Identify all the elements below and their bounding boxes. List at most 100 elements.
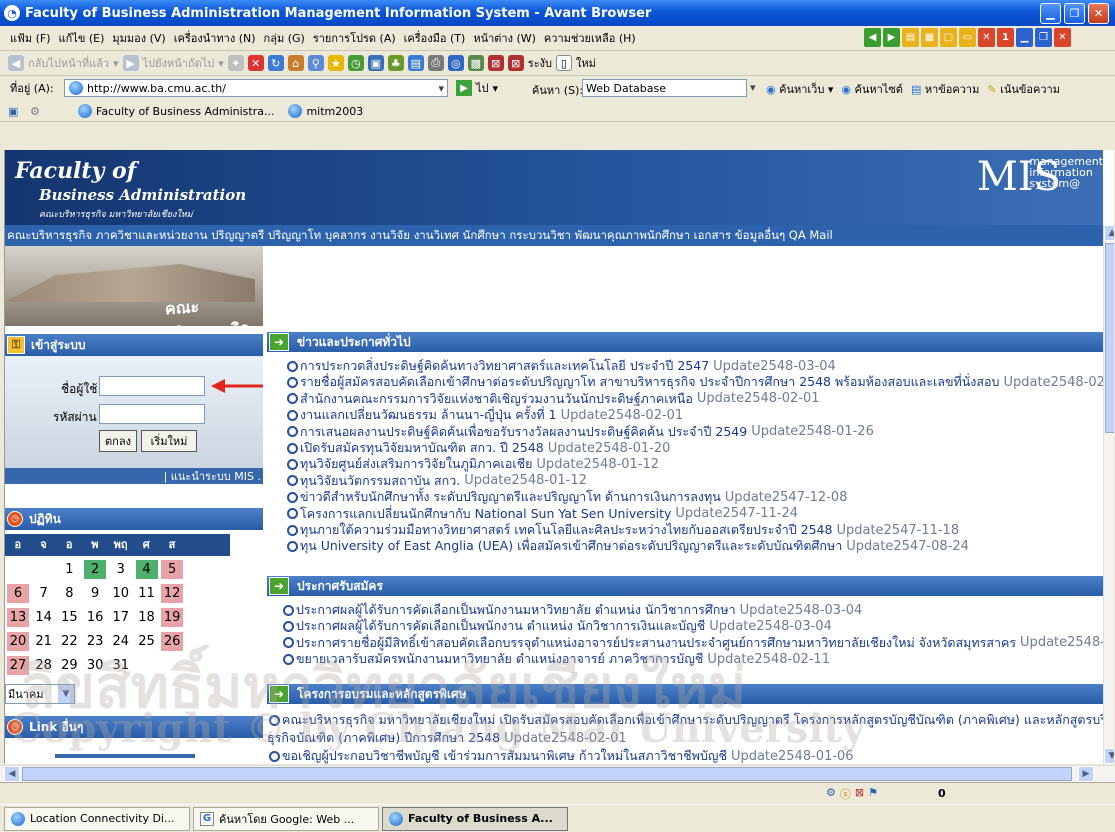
calendar-day[interactable]: 25 — [136, 632, 158, 651]
username-input[interactable] — [99, 376, 205, 396]
restore-tabs-icon[interactable]: ▢ — [940, 28, 957, 47]
calendar-day[interactable]: 9 — [84, 584, 106, 603]
tab-minimize-icon[interactable]: ▁ — [1016, 28, 1033, 47]
minimize-button[interactable]: ▁ — [1040, 3, 1061, 24]
calendar-day[interactable]: 6 — [7, 584, 29, 603]
calendar-day[interactable]: 22 — [58, 632, 80, 651]
chevron-down-icon[interactable]: ▼ — [58, 685, 74, 703]
calendar-day[interactable]: 1 — [58, 560, 80, 579]
scroll-left-icon[interactable]: ◀ — [4, 766, 20, 782]
menu-help[interactable]: ความช่วยเหลือ (H) — [544, 29, 636, 47]
window-titlebar[interactable]: ◔ Faculty of Business Administration Man… — [0, 0, 1115, 26]
news-item[interactable]: คณะบริหารธุรกิจ มหาวิทยาลัยเชียงใหม่ เปิ… — [269, 710, 1114, 730]
tab-close-icon[interactable]: ✕ — [1054, 28, 1071, 47]
block-flash-icon[interactable]: ⊠ — [507, 55, 524, 71]
calendar-day[interactable]: 19 — [161, 608, 184, 627]
calendar-day[interactable]: 5 — [161, 560, 184, 579]
calendar-day[interactable]: 12 — [161, 584, 184, 603]
web-search-button[interactable]: ◉ ค้นหาเว็บ ▾ — [766, 80, 833, 98]
tab-mitm2003[interactable]: mitm2003 — [284, 104, 367, 118]
media-icon[interactable]: ◎ — [447, 55, 464, 71]
menu-file[interactable]: แฟ้ม (F) — [10, 29, 51, 47]
refresh-icon[interactable]: ↻ — [267, 55, 284, 71]
login-reset-button[interactable]: เริ่มใหม่ — [141, 430, 197, 452]
forward-button[interactable]: ไปยังหน้าถัดไป — [143, 54, 215, 72]
close-tabs-icon[interactable]: ✕ — [978, 28, 995, 47]
site-search-button[interactable]: ◉ ค้นหาไซต์ — [841, 80, 903, 98]
calendar-day[interactable]: 2 — [84, 560, 107, 579]
calendar-day[interactable]: 20 — [7, 632, 29, 651]
task-google[interactable]: G ค้นหาโดย Google: Web ... — [193, 806, 379, 831]
news-item[interactable]: ธุรกิจบัณฑิต (ภาคพิเศษ) ปีการศึกษา 2548 U… — [267, 728, 627, 748]
calendar-day[interactable]: 26 — [161, 632, 184, 651]
back-icon[interactable]: ◀ — [8, 55, 24, 71]
calendar-day[interactable]: 8 — [58, 584, 80, 603]
menu-navigate[interactable]: เครื่องนำทาง (N) — [174, 29, 256, 47]
calendar-day[interactable]: 31 — [110, 656, 132, 675]
script-icon[interactable]: ⓢ — [840, 786, 851, 802]
calendar-day[interactable]: 15 — [58, 608, 80, 627]
news-item[interactable]: ทุน University of East Anglia (UEA) เพื่… — [287, 536, 969, 556]
settings-icon[interactable]: ⚙ — [30, 105, 40, 118]
calendar-day[interactable]: 18 — [136, 608, 158, 627]
window-list-icon[interactable]: ▣ — [367, 55, 384, 71]
group-icon[interactable]: ▣ — [8, 105, 18, 118]
channels-icon[interactable]: ▤ — [407, 55, 424, 71]
new-page-icon[interactable]: ▯ — [555, 55, 572, 71]
task-faculty[interactable]: Faculty of Business A... — [382, 806, 568, 831]
image-icon[interactable]: ▩ — [467, 55, 484, 71]
address-input[interactable]: http://www.ba.cmu.ac.th/ ▾ — [64, 79, 448, 97]
history-icon[interactable]: ◷ — [347, 55, 364, 71]
site-top-nav[interactable]: คณะบริหารธุรกิจ ภาควิชาและหน่วยงาน ปริญญ… — [5, 225, 1103, 246]
news-item[interactable]: ขอเชิญผู้ประกอบวิชาชีพบัญชี เข้าร่วมการส… — [269, 746, 854, 764]
calendar-day[interactable]: 30 — [84, 656, 106, 675]
scroll-right-icon[interactable]: ▶ — [1078, 766, 1094, 782]
menu-view[interactable]: มุมมอง (V) — [112, 29, 165, 47]
calendar-day[interactable]: 28 — [33, 656, 55, 675]
search-icon[interactable]: ⚲ — [307, 55, 324, 71]
tree-icon[interactable]: ♣ — [387, 55, 404, 71]
tile-icon[interactable]: ▤ — [902, 28, 919, 47]
news-item[interactable]: ขยายเวลารับสมัครพนักงานมหาวิทยาลัย ตำแหน… — [283, 649, 830, 669]
back-button[interactable]: กลับไปหน้าที่แล้ว — [28, 54, 109, 72]
cascade-icon[interactable]: ▦ — [921, 28, 938, 47]
menu-favorites[interactable]: รายการโปรด (A) — [313, 29, 396, 47]
menu-window[interactable]: หน้าต่าง (W) — [473, 29, 536, 47]
security-icon[interactable]: ⚑ — [868, 786, 878, 802]
new-button[interactable]: ใหม่ — [576, 54, 596, 72]
prev-tab-icon[interactable]: ◀ — [864, 28, 881, 47]
address-dropdown-icon[interactable]: ▾ — [438, 82, 444, 95]
calendar-day[interactable]: 29 — [58, 656, 80, 675]
month-select[interactable]: มีนาคม ▼ — [5, 684, 75, 704]
stop-icon[interactable]: ✕ — [247, 55, 264, 71]
calendar-day[interactable]: 23 — [84, 632, 106, 651]
vertical-scrollbar[interactable]: ▲ ▼ — [1103, 225, 1114, 764]
find-text-button[interactable]: ▤ หาข้อความ — [911, 80, 979, 98]
calendar-day[interactable]: 17 — [110, 608, 132, 627]
mis-guide-link[interactable]: | แนะนำระบบ MIS . — [5, 468, 263, 484]
calendar-day[interactable]: 13 — [7, 608, 29, 627]
calendar-day[interactable]: 27 — [7, 656, 29, 675]
search-dropdown-icon[interactable]: ▾ — [750, 81, 756, 94]
task-location[interactable]: Location Connectivity Di... — [4, 806, 190, 831]
close-button[interactable]: ✕ — [1088, 3, 1109, 24]
single-tab-icon[interactable]: 1 — [997, 28, 1014, 47]
menu-tools[interactable]: เครื่องมือ (T) — [404, 29, 466, 47]
home-icon[interactable]: ⌂ — [287, 55, 304, 71]
login-ok-button[interactable]: ตกลง — [99, 430, 137, 452]
popup-block-icon[interactable]: ⊠ — [855, 786, 864, 802]
compass-icon[interactable]: ✦ — [227, 55, 244, 71]
horizontal-scrollbar[interactable]: ◀ ▶ — [0, 765, 1115, 782]
favorites-icon[interactable]: ★ — [327, 55, 344, 71]
scroll-down-icon[interactable]: ▼ — [1104, 748, 1114, 764]
calendar-day[interactable]: 11 — [136, 584, 158, 603]
go-button[interactable]: ▶ ไป ▾ — [456, 79, 498, 97]
calendar-day[interactable]: 4 — [135, 560, 158, 579]
window-icon[interactable]: ▭ — [959, 28, 976, 47]
calendar-day[interactable]: 16 — [84, 608, 106, 627]
calendar-day[interactable]: 10 — [110, 584, 132, 603]
search-engine-select[interactable]: Web Database — [582, 79, 747, 97]
calendar-day[interactable]: 7 — [33, 584, 55, 603]
block-popup-icon[interactable]: ⊠ — [487, 55, 504, 71]
scroll-up-icon[interactable]: ▲ — [1104, 225, 1114, 241]
